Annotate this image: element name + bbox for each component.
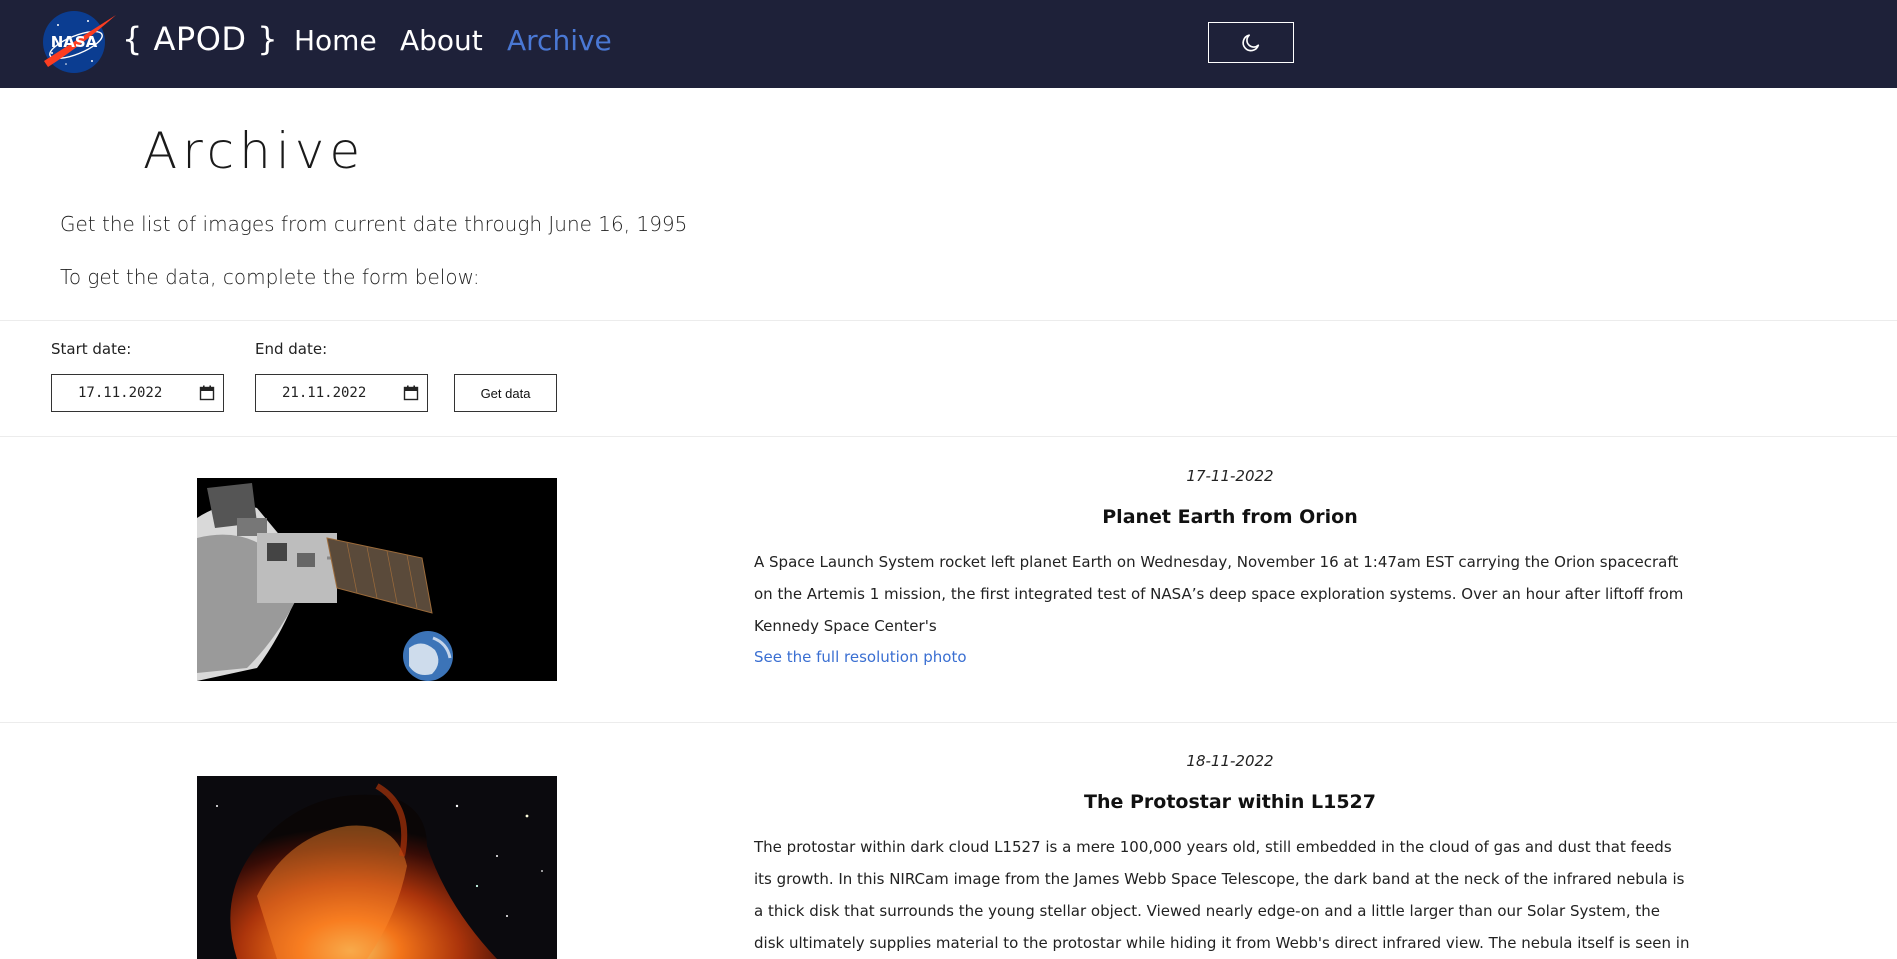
entry-title: Planet Earth from Orion [1102,506,1358,528]
end-date-value: 21.11.2022 [282,385,367,401]
entry-image-orion[interactable] [197,478,557,681]
calendar-icon[interactable] [403,385,419,401]
entry-divider [0,722,1897,723]
entry-title: The Protostar within L1527 [1084,791,1376,813]
end-date-label: End date: [255,340,328,358]
entry-date: 17-11-2022 [1186,467,1274,485]
nav-archive-link[interactable]: Archive [507,24,612,57]
full-resolution-link[interactable]: See the full resolution photo [754,648,967,666]
entry-description: A Space Launch System rocket left planet… [754,553,1684,635]
entry-image-protostar[interactable] [197,776,557,959]
nav-about-link[interactable]: About [400,24,483,57]
page-title: Archive [143,122,366,180]
top-navbar: NASA { APOD } Home About Archive [0,0,1897,88]
moon-icon [1242,33,1260,51]
start-date-input[interactable]: 17.11.2022 [51,374,224,412]
start-date-value: 17.11.2022 [78,385,163,401]
logo-text: NASA [51,33,98,51]
nasa-logo[interactable]: NASA [38,9,118,75]
theme-toggle-button[interactable] [1208,22,1294,63]
end-date-input[interactable]: 21.11.2022 [255,374,428,412]
brand-title[interactable]: { APOD } [122,20,278,58]
start-date-label: Start date: [51,340,132,358]
entry-date: 18-11-2022 [1186,752,1274,770]
intro-text: Get the list of images from current date… [60,212,688,236]
entry-description: The protostar within dark cloud L1527 is… [754,838,1690,952]
nav-home-link[interactable]: Home [294,24,377,57]
get-data-button[interactable]: Get data [454,374,557,412]
form-instructions: To get the data, complete the form below… [60,265,480,289]
calendar-icon[interactable] [199,385,215,401]
